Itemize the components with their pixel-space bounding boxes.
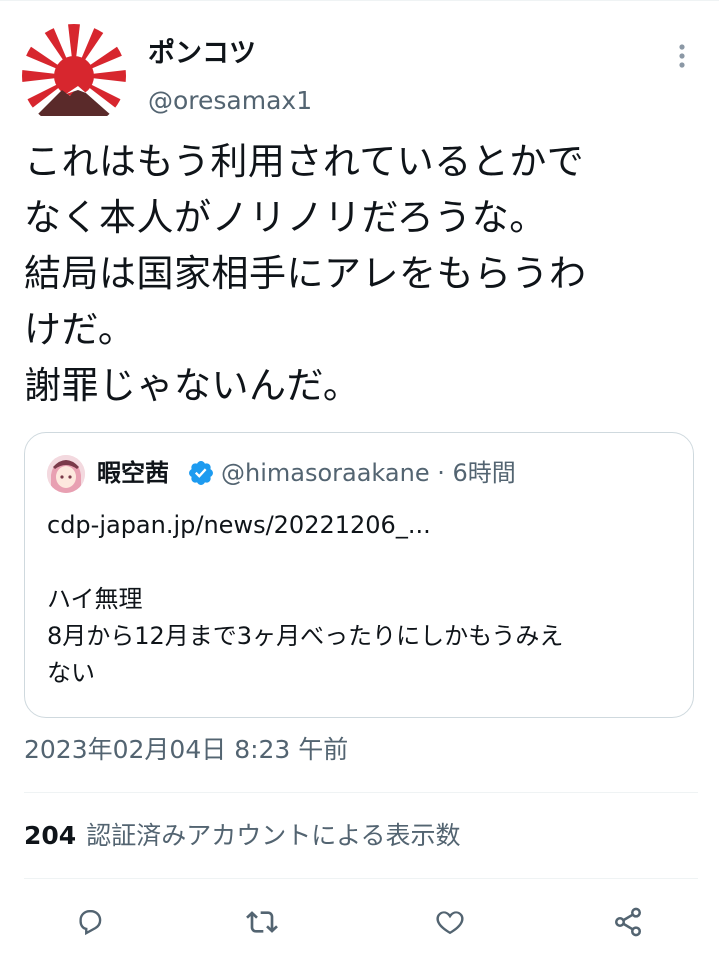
reply-icon — [79, 909, 102, 936]
views-label: 認証済みアカウントによる表示数 — [86, 821, 461, 850]
like-button[interactable] — [428, 900, 472, 944]
author-handle[interactable]: @oresamax1 — [148, 84, 312, 118]
top-divider — [0, 0, 719, 1]
rising-sun-flag-icon — [22, 24, 126, 128]
quoted-display-name: 暇空茜 — [97, 459, 169, 487]
quoted-handle-time: @himasoraakane · 6時間 — [221, 459, 516, 487]
share-button[interactable] — [606, 900, 650, 944]
divider — [24, 878, 698, 879]
tweet-timestamp[interactable]: 2023年02月04日 8:23 午前 — [24, 732, 348, 768]
more-options-button[interactable] — [666, 40, 698, 72]
like-icon — [436, 911, 464, 935]
divider — [24, 792, 698, 793]
quoted-author-avatar — [47, 455, 85, 493]
share-icon — [615, 907, 641, 937]
author-avatar[interactable] — [22, 24, 126, 128]
reply-button[interactable] — [68, 900, 112, 944]
views-count: 204 — [24, 821, 77, 850]
quoted-tweet-card[interactable]: 暇空茜 @himasoraakane · 6時間 cdp-japan.jp/ne… — [24, 432, 694, 718]
author-display-name[interactable]: ポンコツ — [148, 36, 256, 72]
quoted-tweet-text: cdp-japan.jp/news/20221206_... ハイ無理 8月から… — [47, 511, 564, 687]
more-vertical-icon — [679, 44, 685, 68]
tweet-text: これはもう利用されているとかで なく本人がノリノリだろうな。 結局は国家相手にア… — [24, 140, 587, 407]
retweet-button[interactable] — [240, 900, 284, 944]
views-row[interactable]: 204 認証済みアカウントによる表示数 — [24, 818, 460, 854]
verified-badge-icon — [187, 459, 215, 487]
retweet-icon — [246, 911, 278, 933]
anime-avatar-icon — [47, 455, 85, 493]
action-bar — [0, 900, 719, 944]
